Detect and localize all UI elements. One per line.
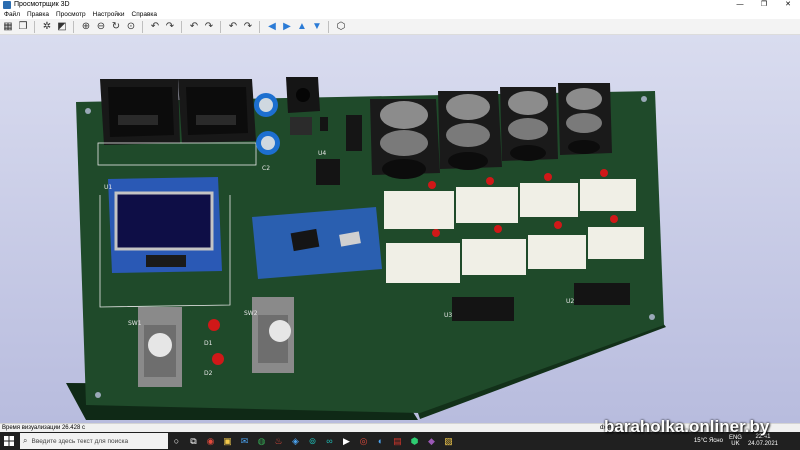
lang-bottom: UK: [731, 441, 740, 447]
taskbar-app-icon[interactable]: ♨: [270, 432, 287, 450]
3d-viewer-icon[interactable]: ▧: [440, 432, 457, 450]
maximize-button[interactable]: ❐: [752, 0, 776, 10]
toolbar-separator: [181, 20, 182, 33]
rotate-x-cw-icon[interactable]: ↶: [148, 20, 162, 34]
rotate-z-ccw-icon[interactable]: ↷: [241, 20, 255, 34]
render-time-status: Время визуализации 26.428 с: [2, 425, 85, 431]
search-placeholder: Введите здесь текст для поиска: [31, 437, 129, 445]
toolbar-separator: [73, 20, 74, 33]
audio-jack-2: [438, 91, 502, 170]
chip-u4: [316, 159, 340, 185]
label-u2: U2: [566, 298, 574, 305]
move-up-icon[interactable]: ▲: [295, 20, 309, 34]
pcb-render: C2 U4 U1 D1 D2 U3 U2 SW1 SW2: [66, 77, 666, 420]
menu-view[interactable]: Просмотр: [56, 10, 86, 19]
taskbar-app-icon[interactable]: ◐: [372, 432, 389, 450]
menu-edit[interactable]: Правка: [27, 10, 49, 19]
menu-bar: Файл Правка Просмотр Настройки Справка: [0, 10, 800, 19]
arduino-icon[interactable]: ⊚: [304, 432, 321, 450]
move-left-icon[interactable]: ◀: [265, 20, 279, 34]
app-icon: [3, 1, 11, 9]
rotate-y-cw-icon[interactable]: ↶: [187, 20, 201, 34]
title-bar: Просмотрщик 3D — ❐ ✕: [0, 0, 800, 10]
cortana-icon[interactable]: ○: [168, 432, 185, 450]
start-button[interactable]: [0, 432, 18, 450]
close-button[interactable]: ✕: [776, 0, 800, 10]
opera-icon[interactable]: ◎: [355, 432, 372, 450]
chrome-icon[interactable]: ◍: [253, 432, 270, 450]
clock-date: 24.07.2021: [747, 441, 778, 447]
menu-file[interactable]: Файл: [4, 10, 20, 19]
label-u3: U3: [444, 312, 452, 319]
zoom-out-icon[interactable]: ⊖: [94, 20, 108, 34]
redraw-icon[interactable]: ↻: [109, 20, 123, 34]
kicad-icon[interactable]: ⬢: [406, 432, 423, 450]
menu-settings[interactable]: Настройки: [93, 10, 125, 19]
raytrace-icon[interactable]: ◩: [55, 20, 69, 34]
file-explorer-icon[interactable]: ▣: [219, 432, 236, 450]
window-controls: — ❐ ✕: [728, 0, 800, 10]
task-view-icon[interactable]: ⧉: [185, 432, 202, 450]
capacitor-c2: [256, 131, 280, 155]
taskbar-app-icon[interactable]: ∞: [321, 432, 338, 450]
label-c2: C2: [262, 165, 270, 172]
pdf-icon[interactable]: ▤: [389, 432, 406, 450]
search-icon: ⌕: [23, 436, 28, 445]
jack-housing: [346, 115, 362, 151]
copy-icon[interactable]: ❐: [16, 20, 30, 34]
voltage-regulator: [290, 117, 312, 135]
menu-help[interactable]: Справка: [132, 10, 158, 19]
rotate-z-cw-icon[interactable]: ↶: [226, 20, 240, 34]
move-down-icon[interactable]: ▼: [310, 20, 324, 34]
footswitch-sw1: [138, 307, 182, 387]
rotate-y-ccw-icon[interactable]: ↷: [202, 20, 216, 34]
toolbar-separator: [259, 20, 260, 33]
toolbar-separator: [34, 20, 35, 33]
toolbar: ▦ ❐ ✲ ◩ ⊕ ⊖ ↻ ⊙ ↶ ↷ ↶ ↷ ↶ ↷ ◀ ▶ ▲ ▼ ⬡: [0, 19, 800, 35]
chip-u2: [574, 283, 630, 305]
label-sw1: SW1: [128, 320, 142, 327]
chip-u3: [452, 297, 514, 321]
toolbar-separator: [142, 20, 143, 33]
audio-jack-1: [370, 99, 440, 179]
windows-logo-icon: [4, 436, 14, 446]
taskbar-app-icon[interactable]: ◈: [287, 432, 304, 450]
label-u4: U4: [318, 150, 326, 157]
taskbar-app-icon[interactable]: ◆: [423, 432, 440, 450]
render-icon[interactable]: ▦: [1, 20, 15, 34]
zoom-fit-icon[interactable]: ⊙: [124, 20, 138, 34]
footswitch-sw2: [252, 297, 294, 373]
settings-icon[interactable]: ✲: [40, 20, 54, 34]
taskbar-app-icon[interactable]: ◉: [202, 432, 219, 450]
toolbar-separator: [220, 20, 221, 33]
minimize-button[interactable]: —: [728, 0, 752, 10]
window-title: Просмотрщик 3D: [14, 1, 70, 8]
label-d1: D1: [204, 340, 213, 347]
diode: [320, 117, 328, 131]
3d-viewport[interactable]: C2 U4 U1 D1 D2 U3 U2 SW1 SW2: [0, 35, 800, 423]
label-d2: D2: [204, 370, 213, 377]
audio-jack-3: [500, 87, 558, 161]
arduino-nano: [252, 207, 382, 279]
label-sw2: SW2: [244, 310, 258, 317]
move-right-icon[interactable]: ▶: [280, 20, 294, 34]
dc-jack: [286, 77, 320, 113]
weather-widget[interactable]: 15°C Ясно: [694, 438, 723, 444]
oled-display: [108, 177, 222, 273]
taskbar-search[interactable]: ⌕ Введите здесь текст для поиска: [20, 433, 168, 449]
media-player-icon[interactable]: ▶: [338, 432, 355, 450]
audio-jack-4: [558, 83, 612, 155]
zoom-in-icon[interactable]: ⊕: [79, 20, 93, 34]
watermark: baraholka.onliner.by: [604, 417, 770, 436]
mail-icon[interactable]: ✉: [236, 432, 253, 450]
midi-connector-2: [178, 79, 256, 143]
capacitor-c1: [254, 93, 278, 117]
midi-connector-1: [100, 79, 180, 145]
ortho-icon[interactable]: ⬡: [334, 20, 348, 34]
toolbar-separator: [328, 20, 329, 33]
rotate-x-ccw-icon[interactable]: ↷: [163, 20, 177, 34]
label-u1: U1: [104, 184, 112, 191]
